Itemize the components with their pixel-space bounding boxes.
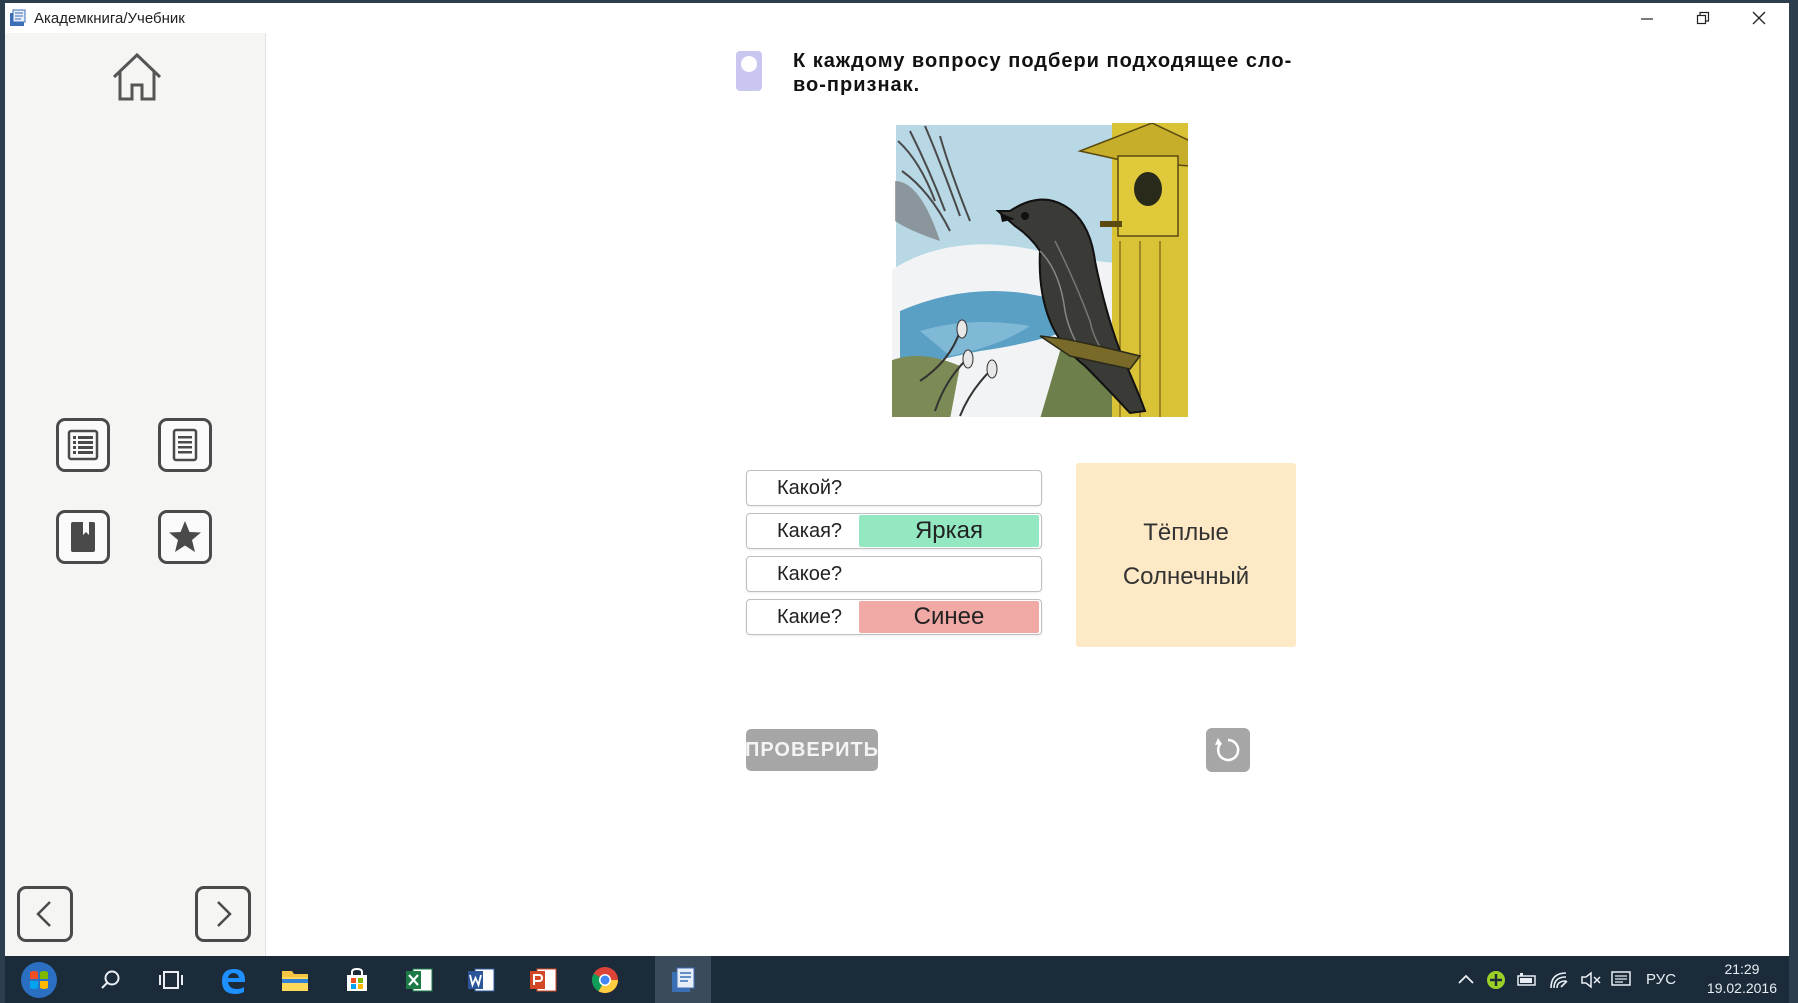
contents-icon-box: [56, 418, 110, 472]
taskbar-chrome[interactable]: [577, 956, 633, 1003]
task-instruction: К каждому вопросу подбери подходящее сло…: [793, 49, 1353, 97]
close-button[interactable]: [1731, 3, 1787, 33]
input-language[interactable]: РУС: [1646, 971, 1676, 988]
prev-page-box: [17, 886, 73, 942]
check-button[interactable]: ПРОВЕРИТЬ: [745, 729, 878, 771]
task-marker-icon: [736, 51, 762, 91]
next-page-button[interactable]: [195, 886, 251, 942]
restore-icon: [1696, 11, 1710, 25]
question-label-4: Какие?: [777, 606, 842, 628]
question-row-2[interactable]: Какая? Яркая: [746, 513, 1042, 549]
chevron-left-icon: [36, 901, 51, 927]
reset-button[interactable]: [1206, 728, 1250, 772]
taskbar-textbook-app[interactable]: [655, 956, 711, 1003]
minimize-button[interactable]: [1619, 3, 1675, 33]
reset-arrow-icon: [1215, 738, 1240, 762]
taskbar-task-view[interactable]: [143, 956, 199, 1003]
task-view-icon: [159, 970, 183, 989]
tray-app-icon[interactable]: [1485, 969, 1507, 991]
excel-icon: [406, 968, 433, 991]
chevron-right-icon: [217, 901, 232, 927]
answer-chip-wrong[interactable]: Синее: [859, 601, 1039, 633]
taskbar-excel[interactable]: [391, 956, 447, 1003]
answer-chip-correct[interactable]: Яркая: [859, 515, 1039, 547]
favorites-button[interactable]: [158, 510, 212, 564]
word-bank: Тёплые Солнечный: [1076, 463, 1296, 647]
bird-illustration: [890, 121, 1190, 419]
contents-button[interactable]: [56, 418, 110, 472]
powerpoint-icon: [530, 968, 557, 991]
taskbar-powerpoint[interactable]: [515, 956, 571, 1003]
question-label-1: Какой?: [777, 477, 843, 499]
prev-page-button[interactable]: [17, 886, 73, 942]
bookmark-button[interactable]: [56, 510, 110, 564]
edge-icon: [222, 968, 245, 994]
taskbar-word[interactable]: [453, 956, 509, 1003]
store-bag-icon: [347, 967, 367, 991]
app-window: Академкнига/Учебник К каждому вопросу по…: [5, 3, 1789, 956]
word-icon: [468, 968, 495, 991]
bookmark-icon-box: [56, 510, 110, 564]
file-explorer-icon: [282, 970, 308, 991]
lesson-content: К каждому вопросу подбери подходящее сло…: [266, 33, 1789, 956]
restore-button[interactable]: [1675, 3, 1731, 33]
wifi-icon[interactable]: [1548, 970, 1570, 990]
home-button[interactable]: [109, 49, 165, 105]
battery-icon[interactable]: [1516, 972, 1538, 988]
task-instruction-line-2: во-признак.: [793, 74, 921, 96]
bookmark-book-icon: [71, 522, 95, 552]
page-text-icon: [172, 428, 198, 462]
page-button[interactable]: [158, 418, 212, 472]
clock-time: 21:29: [1724, 961, 1760, 977]
start-button[interactable]: [9, 956, 69, 1003]
search-icon: [101, 970, 120, 989]
question-label-3: Какое?: [777, 563, 843, 585]
notifications-icon[interactable]: [1610, 970, 1632, 990]
clock[interactable]: 21:29 19.02.2016: [1707, 960, 1777, 998]
clock-date: 19.02.2016: [1706, 980, 1777, 996]
question-row-3[interactable]: Какое?: [746, 556, 1042, 592]
taskbar-search[interactable]: [83, 956, 139, 1003]
word-chip-1[interactable]: Тёплые: [1143, 511, 1229, 555]
chevron-up-icon[interactable]: [1457, 972, 1475, 986]
taskbar-store[interactable]: [329, 956, 385, 1003]
star-favorites-icon: [169, 521, 201, 552]
taskbar-edge[interactable]: [205, 956, 261, 1003]
next-page-box: [195, 886, 251, 942]
page-icon-box: [158, 418, 212, 472]
taskbar-explorer[interactable]: [267, 956, 323, 1003]
textbook-app-icon: [672, 967, 695, 992]
chrome-icon: [591, 966, 619, 993]
task-instruction-line-1: К каждому вопросу подбери подходящее сло…: [793, 50, 1293, 72]
sidebar: [5, 33, 266, 956]
app-icon: [10, 9, 26, 26]
volume-muted-icon[interactable]: [1580, 971, 1602, 989]
title-bar: Академкнига/Учебник: [5, 3, 1789, 33]
question-label-2: Какая?: [777, 520, 843, 542]
window-title: Академкнига/Учебник: [34, 10, 185, 27]
contents-list-icon: [67, 429, 99, 461]
question-row-4[interactable]: Какие? Синее: [746, 599, 1042, 635]
question-row-1[interactable]: Какой?: [746, 470, 1042, 506]
close-icon: [1752, 11, 1766, 25]
taskbar: РУС 21:29 19.02.2016: [5, 956, 1789, 1003]
favorites-icon-box: [158, 510, 212, 564]
word-chip-2[interactable]: Солнечный: [1123, 555, 1249, 599]
home-icon: [112, 52, 162, 101]
windows-start-icon: [21, 961, 57, 998]
minimize-icon: [1641, 18, 1653, 20]
